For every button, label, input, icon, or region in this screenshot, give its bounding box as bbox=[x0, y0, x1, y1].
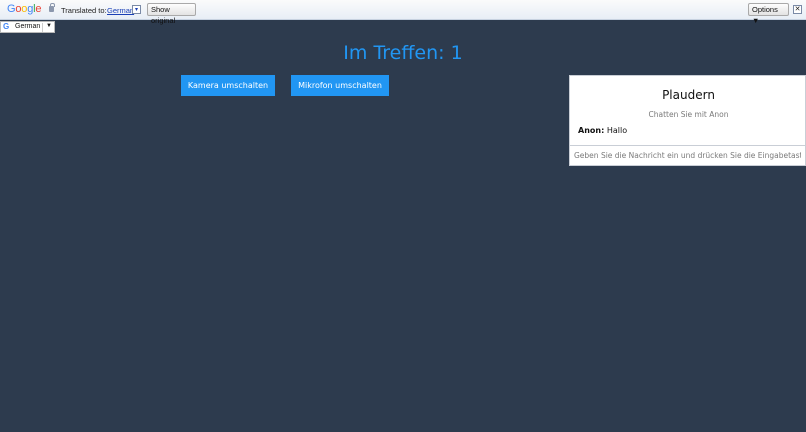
translated-to-label: Translated to: bbox=[61, 6, 107, 15]
translated-language-link[interactable]: German bbox=[107, 6, 134, 15]
chat-message-input[interactable] bbox=[570, 145, 805, 165]
chevron-down-icon: ▼ bbox=[46, 23, 52, 29]
chat-panel: Plaudern Chatten Sie mit Anon Anon: Hall… bbox=[569, 75, 806, 166]
options-button[interactable]: Options ▼ bbox=[748, 3, 789, 25]
language-select[interactable]: G German ▼ bbox=[0, 21, 55, 33]
show-original-button[interactable]: Show original bbox=[147, 3, 196, 25]
language-dropdown-icon[interactable]: ▾ bbox=[132, 5, 141, 14]
chat-message-author: Anon: bbox=[578, 126, 605, 135]
language-select-label: German bbox=[15, 23, 41, 30]
toggle-camera-button[interactable]: Kamera umschalten bbox=[181, 75, 275, 96]
meeting-title: Im Treffen: 1 bbox=[343, 42, 463, 64]
chat-title: Plaudern bbox=[662, 88, 715, 102]
chat-subtitle: Chatten Sie mit Anon bbox=[648, 110, 729, 119]
google-translate-bar: Google Translated to: German ▾ Show orig… bbox=[0, 0, 806, 25]
google-g-icon: G bbox=[3, 22, 10, 31]
google-logo: Google bbox=[7, 3, 42, 15]
toggle-microphone-button[interactable]: Mikrofon umschalten bbox=[291, 75, 389, 96]
chat-message: Anon: Hallo bbox=[578, 126, 627, 135]
lock-icon bbox=[49, 3, 55, 12]
close-icon[interactable]: ✕ bbox=[793, 5, 802, 14]
chat-message-text: Hallo bbox=[606, 126, 628, 135]
language-select-divider bbox=[42, 23, 43, 32]
